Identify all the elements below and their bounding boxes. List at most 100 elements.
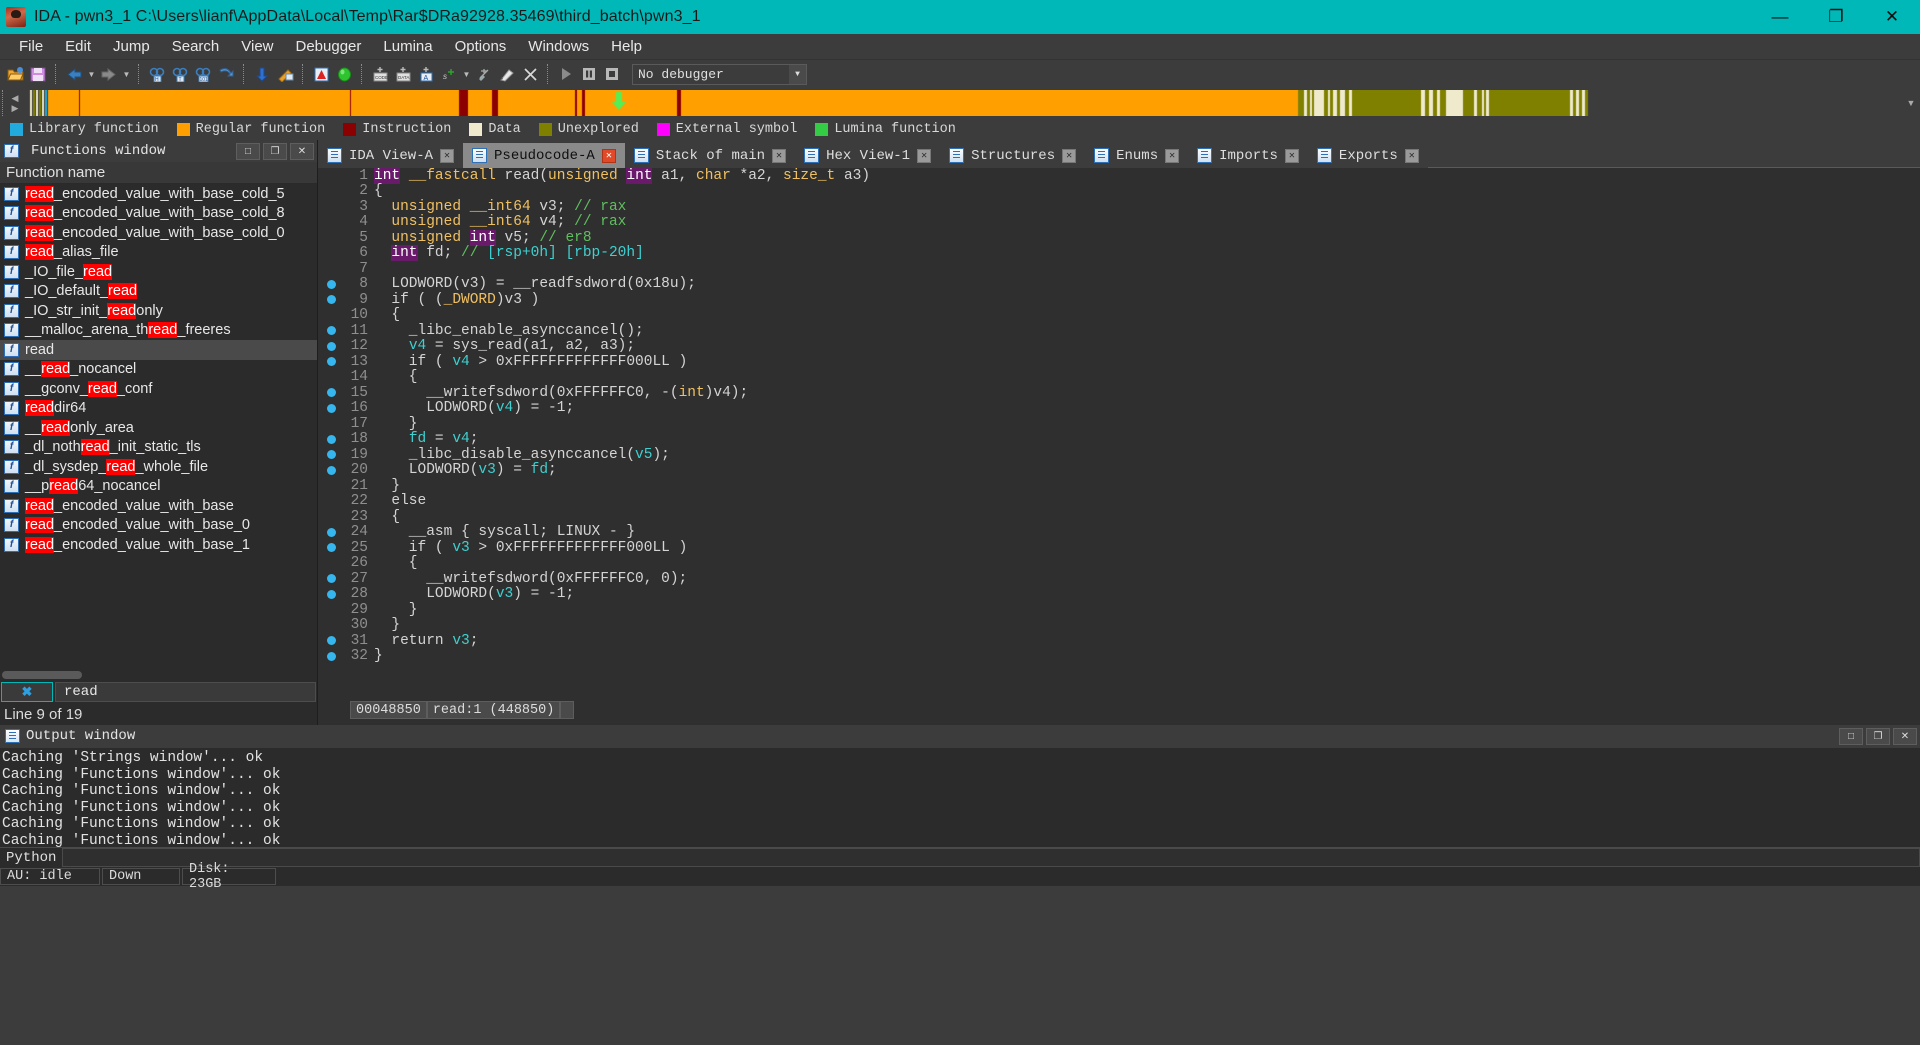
breakpoint-dot-icon[interactable] [326,357,336,367]
breakpoint-dot-icon[interactable] [326,465,336,475]
tab-close-icon[interactable]: ✕ [1165,148,1180,163]
minimize-button[interactable]: — [1752,0,1808,34]
function-list-item[interactable]: f _IO_file_read [0,262,317,282]
make-data-icon[interactable]: DATA [392,63,414,85]
menu-item-edit[interactable]: Edit [54,35,102,58]
function-list-item[interactable]: f read_encoded_value_with_base [0,496,317,516]
breakpoint-gutter[interactable] [318,589,344,599]
output-restore-button[interactable]: □ [1839,727,1863,745]
pseudocode-line[interactable]: 31 return v3; [318,633,1920,649]
function-list-item[interactable]: f read [0,340,317,360]
menu-item-view[interactable]: View [230,35,284,58]
pseudocode-line[interactable]: 25 if ( v3 > 0xFFFFFFFFFFFFF000LL ) [318,540,1920,556]
green-circle-icon[interactable] [333,63,355,85]
breakpoint-dot-icon[interactable] [326,589,336,599]
tab-imports[interactable]: Imports ✕ [1188,143,1308,168]
breakpoint-gutter[interactable] [318,388,344,398]
functions-maximize-button[interactable]: ❐ [263,142,287,160]
menu-item-jump[interactable]: Jump [102,35,161,58]
forward-dropdown-icon[interactable]: ▼ [121,63,132,85]
functions-close-button[interactable]: ✕ [290,142,314,160]
function-list-item[interactable]: f __gconv_read_conf [0,379,317,399]
menu-item-help[interactable]: Help [600,35,653,58]
pseudocode-line[interactable]: 11 _libc_enable_asynccancel(); [318,323,1920,339]
function-list-item[interactable]: f __readonly_area [0,418,317,438]
breakpoint-gutter[interactable] [318,403,344,413]
search-binary-icon[interactable]: 101 [192,63,214,85]
tab-stack-of-main[interactable]: Stack of main ✕ [624,143,796,168]
breakpoint-dot-icon[interactable] [326,403,336,413]
pseudocode-line[interactable]: 27 __writefsdword(0xFFFFFFC0, 0); [318,571,1920,587]
breakpoint-gutter[interactable] [318,465,344,475]
navigator-canvas[interactable] [22,90,1594,116]
output-close-button[interactable]: ✕ [1893,727,1917,745]
functions-restore-button[interactable]: □ [236,142,260,160]
breakpoint-gutter[interactable] [318,295,344,305]
tab-close-icon[interactable]: ✕ [601,148,616,163]
function-list-item[interactable]: f _IO_default_read [0,282,317,302]
breakpoint-gutter[interactable] [318,574,344,584]
menu-item-debugger[interactable]: Debugger [285,35,373,58]
function-list-item[interactable]: f read_encoded_value_with_base_0 [0,516,317,536]
pseudocode-line[interactable]: 26 { [318,555,1920,571]
pseudocode-view[interactable]: 1 int __fastcall read(unsigned int a1, ch… [318,168,1920,725]
tab-ida-view-a[interactable]: IDA View-A ✕ [318,143,464,168]
tab-close-icon[interactable]: ✕ [440,148,455,163]
pseudocode-line[interactable]: 3 unsigned __int64 v3; // rax [318,199,1920,215]
navband-scroll-left[interactable]: ◀ ▶ [8,93,22,112]
breakpoint-dot-icon[interactable] [326,574,336,584]
tab-enums[interactable]: Enums ✕ [1085,143,1189,168]
warning-icon[interactable] [310,63,332,85]
functions-horizontal-scrollbar[interactable] [0,669,317,681]
pseudocode-line[interactable]: 30 } [318,617,1920,633]
function-list-item[interactable]: f _dl_sysdep_read_whole_file [0,457,317,477]
jump-icon[interactable] [215,63,237,85]
function-list-item[interactable]: f readdir64 [0,399,317,419]
output-maximize-button[interactable]: ❐ [1866,727,1890,745]
maximize-button[interactable]: ❐ [1808,0,1864,34]
pseudocode-line[interactable]: 12 v4 = sys_read(a1, a2, a3); [318,338,1920,354]
pseudocode-line[interactable]: 29 } [318,602,1920,618]
pseudocode-line[interactable]: 20 LODWORD(v3) = fd; [318,462,1920,478]
breakpoint-gutter[interactable] [318,326,344,336]
undefine-icon[interactable] [473,63,495,85]
open-folder-icon[interactable] [4,63,26,85]
function-list-item[interactable]: f read_alias_file [0,243,317,263]
breakpoint-gutter[interactable] [318,543,344,553]
struct-dropdown-icon[interactable]: ▼ [461,63,472,85]
function-list-item[interactable]: f _dl_nothread_init_static_tls [0,438,317,458]
function-list-item[interactable]: f __pread64_nocancel [0,477,317,497]
close-button[interactable]: ✕ [1864,0,1920,34]
pseudocode-line[interactable]: 24 __asm { syscall; LINUX - } [318,524,1920,540]
tab-exports[interactable]: Exports ✕ [1307,143,1428,168]
breakpoint-gutter[interactable] [318,357,344,367]
search-hex-icon[interactable]: H [146,63,168,85]
menu-item-lumina[interactable]: Lumina [372,35,443,58]
breakpoint-dot-icon[interactable] [326,295,336,305]
pseudocode-line[interactable]: 7 [318,261,1920,277]
pseudocode-line[interactable]: 8 LODWORD(v3) = __readfsdword(0x18u); [318,276,1920,292]
breakpoint-dot-icon[interactable] [326,326,336,336]
tab-close-icon[interactable]: ✕ [917,148,932,163]
forward-arrow-icon[interactable] [98,63,120,85]
function-list-item[interactable]: f read_encoded_value_with_base_cold_0 [0,223,317,243]
chevron-down-icon[interactable]: ▼ [789,64,806,84]
functions-filter-input[interactable]: read [55,682,316,702]
clear-filter-button[interactable]: ✖ [1,682,53,702]
pseudocode-line[interactable]: 1 int __fastcall read(unsigned int a1, ch… [318,168,1920,184]
navigator-band[interactable]: ◀ ▶ ▼ [0,88,1920,118]
pseudocode-line[interactable]: 6 int fd; // [rsp+0h] [rbp-20h] [318,245,1920,262]
pseudocode-line[interactable]: 17 } [318,416,1920,432]
debugger-selector[interactable]: No debugger ▼ [632,63,807,85]
back-arrow-icon[interactable] [63,63,85,85]
pseudocode-line[interactable]: 9 if ( (_DWORD)v3 ) [318,292,1920,308]
function-list-item[interactable]: f read_encoded_value_with_base_cold_5 [0,184,317,204]
function-list-item[interactable]: f __read_nocancel [0,360,317,380]
pseudocode-line[interactable]: 28 LODWORD(v3) = -1; [318,586,1920,602]
pseudocode-line[interactable]: 2{ [318,183,1920,199]
pseudocode-line[interactable]: 21 } [318,478,1920,494]
back-dropdown-icon[interactable]: ▼ [86,63,97,85]
make-ascii-icon[interactable]: A [415,63,437,85]
breakpoint-dot-icon[interactable] [326,341,336,351]
function-list-item[interactable]: f read_encoded_value_with_base_1 [0,535,317,555]
